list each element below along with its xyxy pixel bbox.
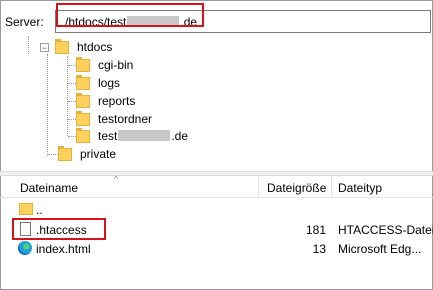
file-type: HTACCESS-Datei bbox=[338, 223, 433, 237]
tree-item-private[interactable]: private bbox=[58, 145, 116, 163]
tree-line bbox=[68, 65, 76, 66]
tree-item-label: reports bbox=[98, 94, 136, 108]
tree-item-label: cgi-bin bbox=[98, 58, 134, 72]
redacted-text bbox=[118, 130, 171, 141]
folder-icon bbox=[58, 145, 72, 161]
server-label: Server: bbox=[5, 15, 44, 29]
file-list-header: ^ Dateiname Dateigröße Dateityp bbox=[0, 174, 433, 198]
column-header-size[interactable]: Dateigröße bbox=[267, 181, 326, 195]
folder-icon bbox=[76, 110, 90, 126]
tree-line bbox=[68, 83, 76, 84]
tree-line bbox=[68, 119, 76, 120]
collapse-icon[interactable]: − bbox=[40, 42, 49, 52]
tree-item-test-domain[interactable]: test .de bbox=[76, 127, 188, 145]
tree-item-htdocs[interactable]: − htdocs bbox=[40, 38, 112, 56]
column-divider[interactable] bbox=[258, 176, 259, 197]
tree-line bbox=[47, 54, 48, 156]
folder-icon bbox=[76, 127, 90, 143]
column-divider[interactable] bbox=[331, 176, 332, 197]
file-type: Microsoft Edg... bbox=[338, 242, 422, 256]
htaccess-highlight-box bbox=[12, 218, 106, 240]
tree-line bbox=[28, 36, 29, 54]
column-header-type[interactable]: Dateityp bbox=[338, 181, 382, 195]
folder-icon bbox=[19, 203, 33, 215]
tree-item-label: logs bbox=[98, 76, 121, 90]
tree-item-label: testordner bbox=[98, 112, 153, 126]
file-size: 181 bbox=[305, 223, 326, 237]
file-row-parent[interactable]: .. bbox=[0, 200, 433, 219]
file-row-index-html[interactable]: index.html 13 Microsoft Edg... bbox=[0, 239, 433, 258]
directory-tree: − htdocs cgi-bin logs reports testordner… bbox=[0, 36, 433, 166]
column-header-name[interactable]: Dateiname bbox=[20, 181, 78, 195]
tree-item-label: private bbox=[80, 147, 117, 161]
edge-icon bbox=[18, 241, 32, 255]
tree-item-logs[interactable]: logs bbox=[76, 74, 120, 92]
tree-item-prefix: test bbox=[98, 129, 118, 143]
tree-item-label: test .de bbox=[98, 129, 188, 143]
folder-icon bbox=[76, 56, 90, 72]
tree-item-label: htdocs bbox=[77, 40, 113, 54]
tree-item-testordner[interactable]: testordner bbox=[76, 110, 152, 128]
sort-arrow-icon: ^ bbox=[114, 174, 119, 184]
tree-line bbox=[68, 136, 76, 137]
file-size: 13 bbox=[312, 242, 326, 256]
tree-item-reports[interactable]: reports bbox=[76, 92, 135, 110]
tree-item-cgi-bin[interactable]: cgi-bin bbox=[76, 56, 133, 74]
tree-line bbox=[68, 101, 76, 102]
path-highlight-box bbox=[56, 3, 204, 27]
file-name: index.html bbox=[36, 242, 91, 256]
folder-icon bbox=[55, 38, 69, 54]
file-name: .. bbox=[36, 203, 43, 217]
folder-icon bbox=[76, 92, 90, 108]
tree-line bbox=[67, 56, 68, 136]
folder-icon bbox=[76, 74, 90, 90]
tree-item-suffix: .de bbox=[171, 129, 189, 143]
tree-line bbox=[48, 154, 58, 155]
